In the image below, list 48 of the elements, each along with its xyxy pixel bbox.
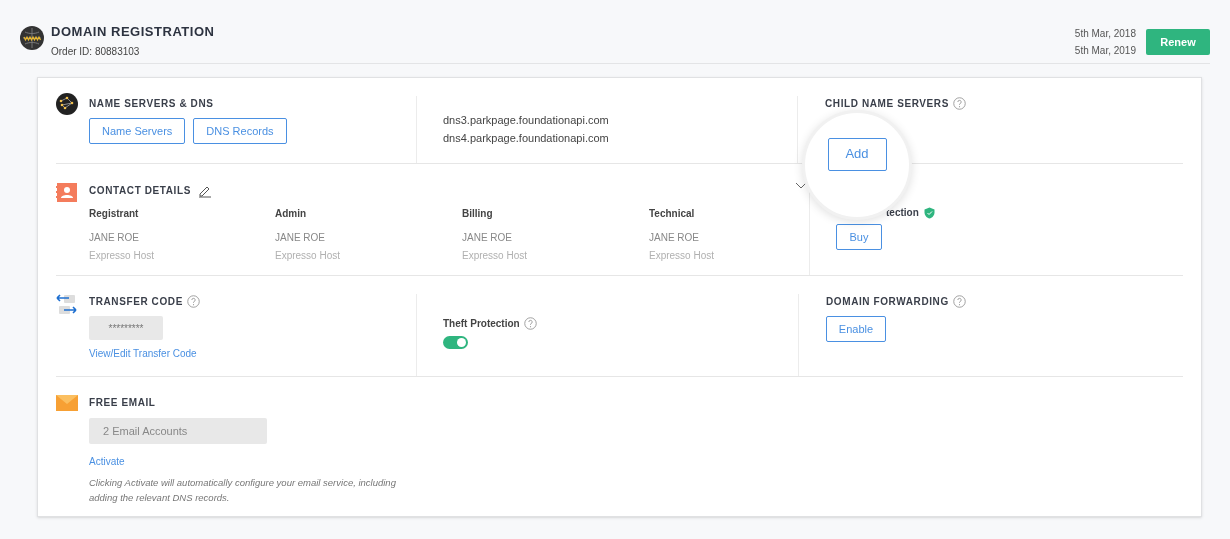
email-accounts-field: 2 Email Accounts <box>89 418 267 444</box>
outline-button[interactable]: Name Servers <box>89 118 186 144</box>
globe-icon <box>20 26 44 50</box>
date-text: 5th Mar, 2019 <box>1074 44 1136 58</box>
section-title: CONTACT DETAILS <box>89 184 191 198</box>
outline-button[interactable]: DNS Records <box>193 118 287 144</box>
contact-company: Expresso Host <box>462 249 529 263</box>
help-icon[interactable] <box>523 317 537 330</box>
renew-button[interactable]: Renew <box>1146 29 1210 55</box>
contact-company: Expresso Host <box>649 249 716 263</box>
contact-company: Expresso Host <box>275 249 342 263</box>
section-title: tection <box>886 206 919 220</box>
toggle-label: Theft Protection <box>443 317 520 331</box>
envelope-icon <box>56 395 78 411</box>
network-icon <box>56 93 78 115</box>
section-title: CHILD NAME SERVERS <box>825 97 949 111</box>
transfer-code-field: ********* <box>89 316 163 340</box>
activate-link[interactable]: Activate <box>89 454 125 469</box>
contact-name: JANE ROE <box>89 231 140 245</box>
server-text: dns3.parkpage.foundationapi.com <box>443 113 610 128</box>
outline-button[interactable]: Add <box>827 137 887 171</box>
contact-company: Expresso Host <box>89 249 156 263</box>
transfer-code-link[interactable]: View/Edit Transfer Code <box>89 346 197 361</box>
outline-button[interactable]: Buy <box>836 224 882 250</box>
shield-icon <box>923 206 935 219</box>
date-text: 5th Mar, 2018 <box>1074 27 1136 41</box>
contact-name: JANE ROE <box>462 231 513 245</box>
contact-name: JANE ROE <box>275 231 326 245</box>
contact-name: JANE ROE <box>649 231 700 245</box>
outline-button[interactable]: Enable <box>826 316 886 342</box>
contact-role: Registrant <box>89 207 140 221</box>
section-title: TRANSFER CODE <box>89 295 183 309</box>
contact-role: Technical <box>649 207 696 221</box>
section-title: FREE EMAIL <box>89 396 156 410</box>
section-title: DOMAIN FORWARDING <box>826 295 949 309</box>
email-note: Clicking Activate will automatically configure your email service, including adding the relevant DNS records. <box>89 476 397 505</box>
page-title: DOMAIN REGISTRATION <box>51 24 215 40</box>
help-icon[interactable] <box>952 97 966 110</box>
server-text: dns4.parkpage.foundationapi.com <box>443 131 610 146</box>
transfer-arrows-icon <box>56 294 78 316</box>
contact-role: Admin <box>275 207 308 221</box>
toggle-switch[interactable] <box>443 336 468 349</box>
order-id: Order ID: 80883103 <box>51 45 141 59</box>
help-icon[interactable] <box>952 295 966 308</box>
section-title: NAME SERVERS & DNS <box>89 97 214 111</box>
contact-role: Billing <box>462 207 494 221</box>
contact-card-icon <box>56 183 77 202</box>
help-icon[interactable] <box>186 295 200 308</box>
